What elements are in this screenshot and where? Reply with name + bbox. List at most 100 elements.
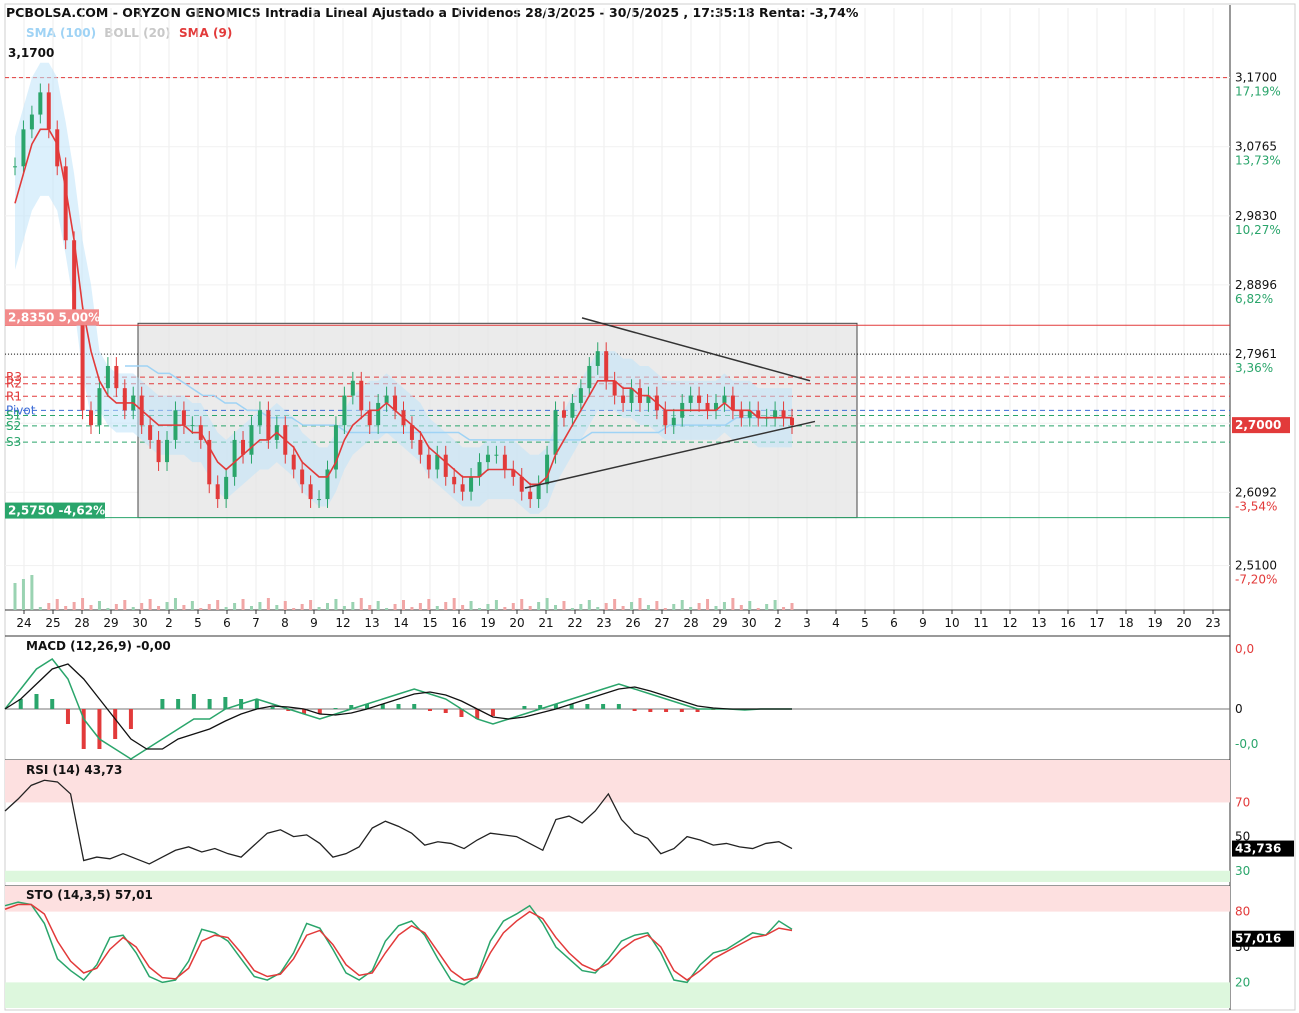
candle-body [300,469,305,485]
macd-histogram-bar [601,704,606,709]
volume-bar [300,604,304,610]
x-tick-label: 9 [919,616,927,630]
candle-body [122,388,127,411]
macd-histogram-bar [191,694,196,709]
volume-bar [511,603,515,610]
rsi-label: RSI (14) 43,73 [26,763,122,777]
macd-axis-top: 0,0 [1235,642,1254,656]
candle-body [257,410,262,426]
x-tick-label: 27 [654,616,669,630]
x-tick-label: 5 [194,616,202,630]
pct-tick-label: -7,20% [1235,573,1277,587]
x-tick-label: 29 [103,616,118,630]
volume-bar [435,606,439,610]
volume-bar [157,606,161,610]
candle-body [21,129,26,167]
resistance-tag: 2,8350 5,00% [8,310,100,324]
volume-bar [444,602,448,610]
macd-histogram-bar [616,704,621,709]
candle-body [781,410,786,418]
x-tick-label: 28 [74,616,89,630]
candle-body [722,395,727,403]
x-tick-label: 4 [832,616,840,630]
volume-bar [72,602,76,610]
x-tick-label: 13 [1031,616,1046,630]
candle-body [350,380,355,396]
macd-histogram-bar [176,699,181,709]
volume-bar [21,579,25,610]
volume-bar [613,599,617,610]
macd-label: MACD (12,26,9) -0,00 [26,639,171,653]
candle-body [587,365,592,389]
volume-bar [461,605,465,610]
volume-bar [81,598,85,610]
sto-k-line [4,901,793,986]
volume-bar [89,605,93,610]
candle-body [570,402,575,418]
candle-body [97,388,102,426]
volume-bar [182,605,186,610]
volume-bar [410,607,414,610]
volume-bar [680,600,684,610]
volume-bar [427,599,431,610]
candle-body [224,476,229,500]
x-tick-label: 5 [861,616,869,630]
candle-body [671,417,676,426]
pct-tick-label: 17,19% [1235,85,1281,99]
x-tick-label: 30 [132,616,147,630]
x-tick-label: 29 [712,616,727,630]
x-tick-label: 3 [803,616,811,630]
volume-bar [368,605,372,610]
volume-bar [123,600,127,610]
macd-histogram-bar [97,709,102,749]
price-tick-label: 2,7961 [1235,347,1277,361]
volume-bar [266,598,270,610]
x-tick-label: 25 [45,616,60,630]
price-tick-label: 2,9830 [1235,209,1277,223]
price-tick-label: 2,5100 [1235,559,1277,573]
volume-bar [258,602,262,610]
candle-body [89,410,94,426]
volume-bar [714,606,718,610]
macd-histogram-bar [664,709,669,712]
candle-body [376,402,381,426]
x-tick-label: 17 [1089,616,1104,630]
x-tick-label: 2 [165,616,173,630]
volume-bar [630,602,634,610]
volume-bar [334,599,338,610]
volume-bar [351,602,355,610]
sto-last-tag: 57,016 [1235,932,1281,946]
last-price-tag: 2,7000 [1235,418,1281,432]
macd-histogram-bar [632,709,637,711]
macd-histogram-bar [522,706,527,709]
volume-bar [233,603,237,610]
volume-bar [554,605,558,610]
x-tick-label: 15 [422,616,437,630]
x-tick-label: 12 [335,616,350,630]
x-tick-label: 6 [223,616,231,630]
x-tick-label: 24 [16,616,31,630]
candle-body [418,439,423,455]
candle-body [249,425,254,455]
volume-bar [722,602,726,610]
rsi-oversold-zone [5,870,1230,882]
candle-body [443,454,448,477]
volume-bar [325,603,329,610]
macd-histogram-bar [207,699,212,709]
volume-bar [469,601,473,610]
x-tick-label: 21 [538,616,553,630]
volume-bar [545,598,549,610]
x-tick-label: 6 [890,616,898,630]
price-tick-label: 2,8896 [1235,278,1277,292]
macd-histogram-bar [254,699,259,709]
pct-tick-label: 3,36% [1235,361,1273,375]
x-tick-label: 18 [1118,616,1133,630]
sto-d-line [4,903,793,981]
macd-histogram-bar [333,708,338,709]
pct-tick-label: 13,73% [1235,154,1281,168]
macd-axis-zero: 0 [1235,702,1243,716]
volume-bar [13,583,17,610]
candle-body [688,395,693,403]
candle-body [485,454,490,463]
volume-bar [418,603,422,610]
